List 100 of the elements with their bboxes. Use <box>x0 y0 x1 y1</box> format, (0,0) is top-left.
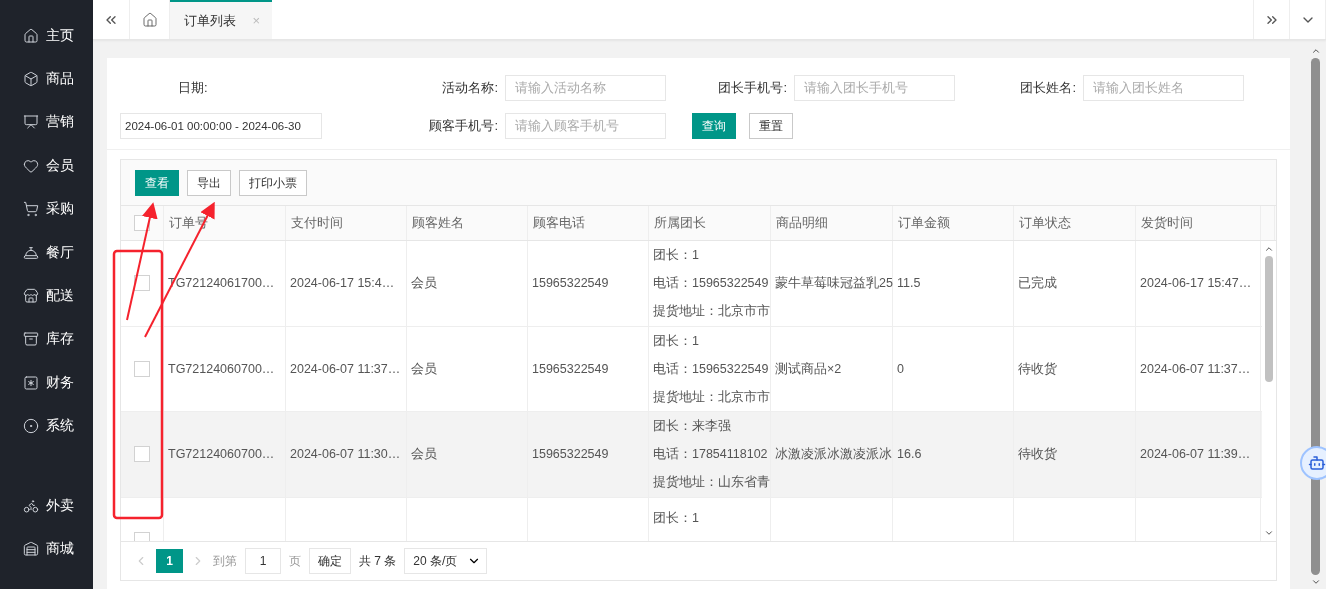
table-cell: 冰激凌派冰激凌派冰 <box>775 446 892 463</box>
arrow-up-icon <box>1264 244 1274 254</box>
toolbar-button[interactable]: 查看 <box>135 170 179 196</box>
toolbar-button[interactable]: 打印小票 <box>239 170 307 196</box>
goto-label: 到第 <box>213 553 237 569</box>
bell-icon <box>23 244 39 261</box>
row-checkbox[interactable] <box>134 360 150 377</box>
table-cell: 测试商品×2 <box>775 360 842 377</box>
storefront-icon <box>23 541 39 557</box>
cart-icon <box>23 201 39 218</box>
sidebar-item[interactable]: 商品 <box>0 57 93 101</box>
sidebar-item[interactable]: 商城 <box>0 527 93 571</box>
leader-info: 电话：15965322549 <box>653 360 769 378</box>
table-cell: 待收货 <box>1018 360 1057 377</box>
column-header: 发货时间 <box>1136 206 1261 240</box>
column-header: 所属团长 <box>649 206 771 240</box>
leader-info: 电话：15965322549 <box>653 275 769 293</box>
field-label: 团长姓名: <box>1019 79 1077 97</box>
leader-info: 团长：1 <box>653 247 699 265</box>
field-label: 日期: <box>177 79 209 97</box>
square-icon <box>23 374 39 391</box>
page-size-select[interactable]: 20 条/页 <box>404 548 488 574</box>
leader-info: 团长：1 <box>653 332 699 350</box>
table-cell: 2024-06-07 11:37… <box>1140 360 1251 377</box>
table-cell: 会员 <box>411 446 437 463</box>
input-field[interactable]: 请输入顾客手机号 <box>505 113 666 139</box>
input-field[interactable]: 请输入活动名称 <box>505 75 666 101</box>
table-cell: 15965322549 <box>532 446 609 463</box>
column-header: 顾客电话 <box>528 206 649 240</box>
tab[interactable]: 订单列表 × <box>170 0 272 39</box>
column-header: 支付时间 <box>286 206 407 240</box>
scrollbar-thumb[interactable] <box>1265 256 1273 382</box>
leader-info: 团长：1 <box>653 509 699 527</box>
table-cell: 2024-06-17 15:47… <box>1140 275 1252 292</box>
scroll-right-button[interactable] <box>1253 0 1290 39</box>
leader-info: 团长：来李强 <box>653 418 731 436</box>
bike-icon <box>23 497 39 514</box>
table-cell: 15965322549 <box>532 360 609 377</box>
sidebar-item[interactable]: 主页 <box>0 14 93 58</box>
table-cell: 16.6 <box>897 446 922 463</box>
total-count: 共 7 条 <box>359 553 397 569</box>
store-icon <box>23 288 39 305</box>
table-cell: 蒙牛草莓味冠益乳25 <box>775 275 893 292</box>
sidebar-item[interactable]: 财务 <box>0 361 93 405</box>
column-header: 订单金额 <box>893 206 1014 240</box>
tab-label: 订单列表 <box>184 12 236 29</box>
arrow-up-icon <box>1310 46 1321 56</box>
page-number[interactable]: 1 <box>156 549 183 573</box>
table-cell: 2024-06-07 11:37… <box>290 360 401 377</box>
table-cell: 2024-06-07 11:39… <box>1140 446 1251 463</box>
sidebar-item[interactable]: 餐厅 <box>0 230 93 275</box>
monitor-icon <box>23 114 39 131</box>
sidebar-item[interactable]: 营销 <box>0 100 93 145</box>
row-checkbox[interactable] <box>134 446 150 463</box>
table-cell: TG72124060700… <box>168 446 275 463</box>
table-cell: 会员 <box>411 275 437 292</box>
arrow-down-icon <box>1310 577 1321 587</box>
table-cell: 会员 <box>411 360 437 377</box>
page-unit: 页 <box>289 553 301 569</box>
leader-info: 提货地址：北京市市 <box>653 303 770 321</box>
sidebar-item[interactable]: 库存 <box>0 317 93 362</box>
table-cell: 2024-06-17 15:4… <box>290 275 395 292</box>
table-cell: 15965322549 <box>532 275 609 292</box>
input-field[interactable]: 请输入团长手机号 <box>794 75 955 101</box>
home-icon <box>141 11 158 28</box>
table-cell: 11.5 <box>897 275 921 292</box>
filter-button[interactable]: 查询 <box>692 113 736 139</box>
sidebar-item[interactable]: 外卖 <box>0 483 93 528</box>
assistant-icon[interactable] <box>1300 446 1326 480</box>
column-header: 顾客姓名 <box>407 206 528 240</box>
sidebar-item[interactable]: 会员 <box>0 144 93 188</box>
collapse-button[interactable] <box>93 0 130 39</box>
field-label: 团长手机号: <box>717 79 788 97</box>
field-label: 活动名称: <box>441 79 499 97</box>
heart-icon <box>23 157 39 174</box>
box-icon <box>23 71 39 88</box>
sidebar-item[interactable]: 配送 <box>0 274 93 318</box>
column-header: 商品明细 <box>771 206 893 240</box>
menu-dropdown-button[interactable] <box>1290 0 1326 39</box>
confirm-button[interactable]: 确定 <box>309 548 351 574</box>
table-cell: 已完成 <box>1018 275 1057 292</box>
filter-button[interactable]: 重置 <box>749 113 793 139</box>
circle-icon <box>23 418 39 435</box>
table-cell: 0 <box>897 360 904 377</box>
input-field[interactable]: 请输入团长姓名 <box>1083 75 1244 101</box>
page-input[interactable]: 1 <box>245 548 281 574</box>
arrow-down-icon <box>1264 528 1274 538</box>
sidebar-item[interactable]: 系统 <box>0 404 93 448</box>
home-icon <box>23 27 39 44</box>
leader-info: 电话：17854118102 <box>653 446 768 464</box>
leader-info: 提货地址：山东省青 <box>653 474 770 492</box>
table-cell: 2024-06-07 11:30… <box>290 446 401 463</box>
table-cell: TG72124060700… <box>168 360 275 377</box>
archive-icon <box>23 331 39 348</box>
toolbar-button[interactable]: 导出 <box>187 170 231 196</box>
sidebar-item[interactable]: 采购 <box>0 187 93 231</box>
home-tab[interactable] <box>130 0 170 39</box>
column-header: 订单状态 <box>1014 206 1136 240</box>
table-cell: 待收货 <box>1018 446 1057 463</box>
date-range-field[interactable]: 2024-06-01 00:00:00 - 2024-06-30 <box>120 113 322 139</box>
